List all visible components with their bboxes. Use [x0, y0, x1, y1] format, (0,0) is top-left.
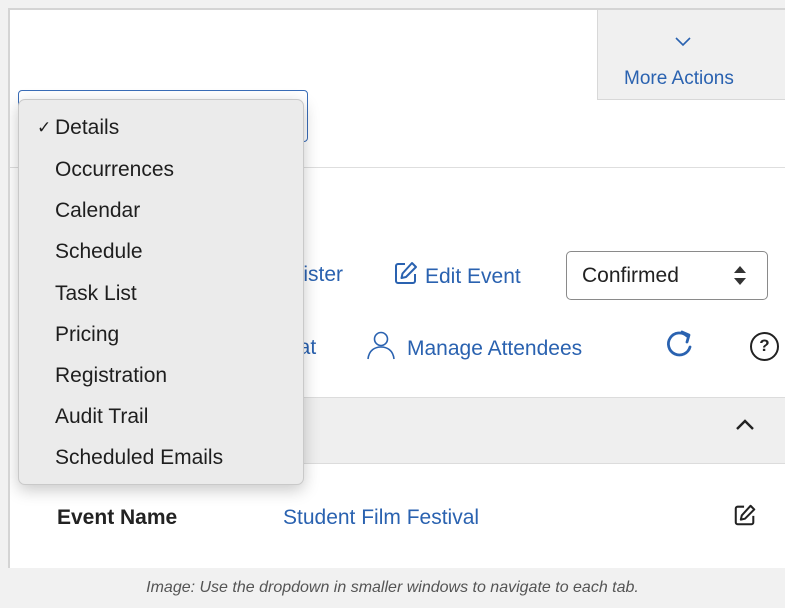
help-icon[interactable]: ? — [750, 332, 779, 361]
edit-icon — [393, 260, 419, 292]
menu-item-task-list[interactable]: Task List — [55, 282, 137, 306]
chevron-down-icon — [674, 34, 692, 52]
person-icon — [365, 329, 397, 367]
menu-item-calendar[interactable]: Calendar — [55, 199, 140, 223]
manage-attendees-label: Manage Attendees — [407, 337, 583, 360]
menu-item-registration[interactable]: Registration — [55, 364, 167, 388]
checkmark-icon: ✓ — [37, 118, 52, 137]
refresh-icon[interactable] — [663, 328, 697, 365]
status-value: Confirmed — [582, 264, 679, 287]
edit-icon[interactable] — [733, 503, 757, 532]
select-arrows-icon — [732, 263, 748, 295]
more-actions-label: More Actions — [624, 68, 734, 89]
more-actions-button[interactable]: More Actions — [597, 10, 785, 100]
menu-item-schedule[interactable]: Schedule — [55, 240, 143, 264]
chevron-up-icon[interactable] — [735, 418, 755, 437]
event-details-panel: More Actions egister Edit Event Confirme… — [8, 8, 785, 568]
menu-item-audit-trail[interactable]: Audit Trail — [55, 405, 148, 429]
menu-item-details[interactable]: Details — [55, 116, 119, 140]
image-caption: Image: Use the dropdown in smaller windo… — [146, 579, 639, 596]
edit-event-label: Edit Event — [425, 265, 521, 288]
status-select[interactable]: Confirmed — [566, 251, 768, 300]
edit-event-link[interactable]: Edit Event — [393, 260, 521, 292]
event-name-value[interactable]: Student Film Festival — [283, 506, 479, 530]
event-name-label: Event Name — [57, 506, 178, 529]
tab-dropdown-menu: ✓ Details Occurrences Calendar Schedule … — [18, 99, 304, 485]
manage-attendees-link[interactable]: Manage Attendees — [365, 329, 582, 367]
menu-item-pricing[interactable]: Pricing — [55, 323, 119, 347]
menu-item-scheduled-emails[interactable]: Scheduled Emails — [55, 446, 223, 470]
menu-item-occurrences[interactable]: Occurrences — [55, 158, 174, 182]
